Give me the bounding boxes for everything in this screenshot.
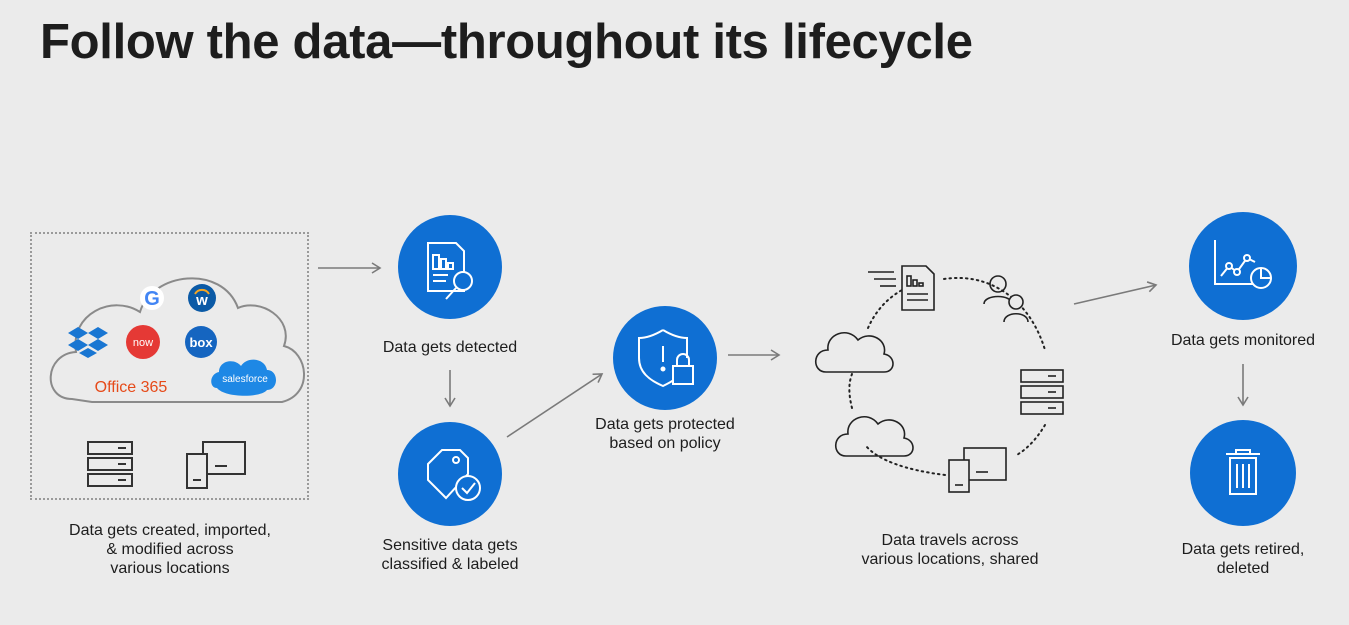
sources-caption-line: & modified across — [106, 541, 234, 558]
detect-step-circle — [398, 215, 502, 319]
sources-caption-line: various locations — [110, 560, 230, 577]
box-logo-icon: box — [185, 326, 217, 358]
dropbox-logo-icon — [68, 327, 108, 358]
document-search-icon — [427, 242, 473, 300]
travel-label: Data travels across various locations, s… — [840, 531, 1060, 569]
protect-label-line: Data gets protected — [595, 416, 735, 433]
retire-label: Data gets retired, deleted — [1150, 540, 1336, 578]
svg-text:box: box — [189, 335, 213, 350]
arrow-travel-to-monitor — [1073, 281, 1158, 305]
data-sources-box: G w now box Office 365 salesforce — [30, 232, 309, 500]
monitor-step-circle — [1189, 212, 1297, 320]
retire-step-circle — [1190, 420, 1296, 526]
server-stack-icon — [1020, 369, 1064, 415]
svg-text:G: G — [144, 288, 160, 310]
protect-step-circle — [613, 306, 717, 410]
sources-caption: Data gets created, imported, & modified … — [35, 521, 305, 578]
monitor-label: Data gets monitored — [1170, 332, 1316, 349]
salesforce-logo-icon: salesforce — [211, 359, 276, 396]
classify-label-line: classified & labeled — [381, 556, 519, 573]
classify-label: Sensitive data gets classified & labeled — [355, 536, 545, 574]
detect-label: Data gets detected — [382, 339, 518, 356]
office365-logo: Office 365 — [95, 379, 168, 396]
server-icon — [87, 441, 133, 487]
travel-label-line: Data travels across — [881, 532, 1019, 549]
devices-icon — [948, 447, 1007, 493]
retire-label-line: Data gets retired, — [1181, 541, 1305, 558]
servicenow-logo-icon: now — [126, 325, 160, 359]
cloud-icon — [814, 331, 894, 373]
svg-text:salesforce: salesforce — [222, 374, 268, 385]
google-logo-icon: G — [140, 286, 164, 310]
page-title: Follow the data—throughout its lifecycle — [40, 15, 973, 69]
travel-label-line: various locations, shared — [861, 551, 1039, 568]
moving-document-icon — [868, 265, 935, 311]
travel-cycle — [848, 277, 1046, 476]
workday-logo-icon: w — [188, 284, 216, 312]
svg-text:w: w — [195, 292, 208, 309]
svg-text:now: now — [133, 337, 153, 349]
classify-label-line: Sensitive data gets — [382, 537, 518, 554]
sources-illustration: G w now box Office 365 salesforce — [49, 277, 305, 489]
chart-monitor-icon — [1214, 240, 1272, 289]
classify-step-circle — [398, 422, 502, 526]
shield-lock-icon — [638, 329, 694, 388]
trash-icon — [1226, 449, 1260, 495]
protect-label-line: based on policy — [609, 435, 721, 452]
cloud-icon — [834, 415, 914, 457]
retire-label-line: deleted — [1216, 560, 1270, 577]
protect-label: Data gets protected based on policy — [570, 415, 760, 453]
sources-caption-line: Data gets created, imported, — [69, 522, 271, 539]
devices-icon — [186, 441, 246, 489]
people-icon — [983, 275, 1029, 323]
tag-check-icon — [427, 449, 481, 501]
